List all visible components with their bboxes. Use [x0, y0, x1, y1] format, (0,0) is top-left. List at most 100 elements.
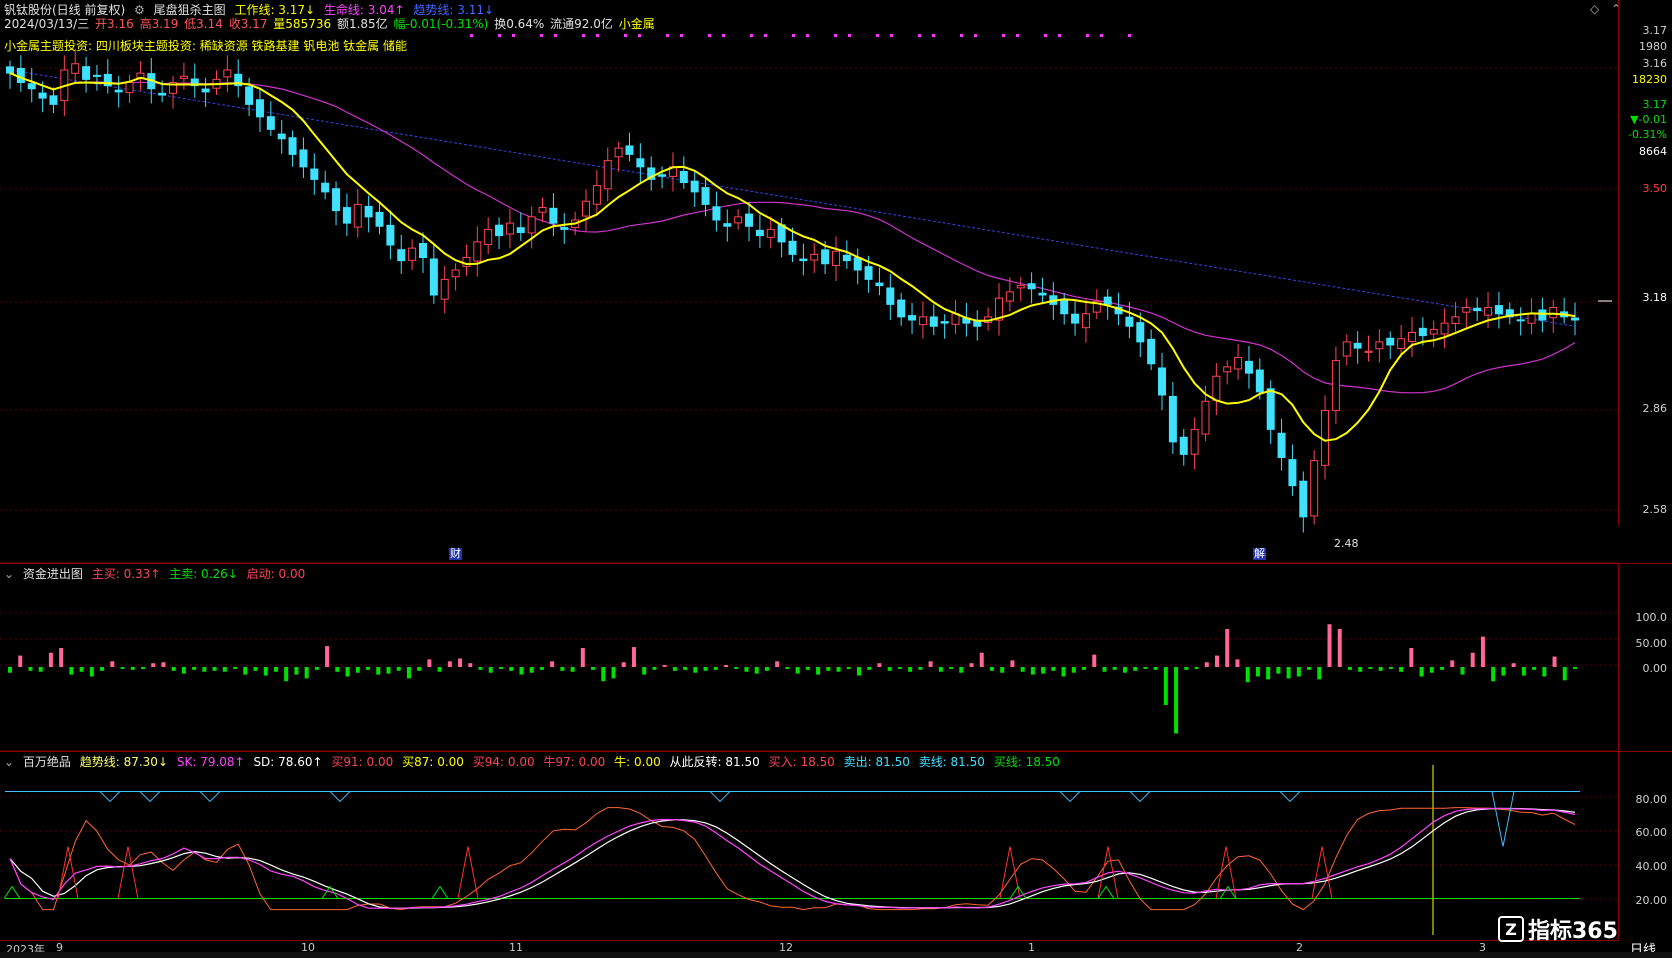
- signal-dot: [932, 34, 935, 37]
- signal-dot: [666, 34, 669, 37]
- ask-volume: 1980: [1639, 40, 1667, 53]
- candle-body: [397, 249, 406, 262]
- bid-price: 3.16: [1642, 57, 1668, 70]
- candle-body: [310, 168, 319, 180]
- candle-body: [625, 145, 634, 155]
- candle-body: [1081, 313, 1090, 329]
- signal-dot: [554, 34, 557, 37]
- unlock-marker[interactable]: 解: [1253, 548, 1266, 560]
- main-buy-value: 主买: 0.33↑: [91, 567, 161, 581]
- main-sell-value: 主卖: 0.26↓: [169, 567, 238, 581]
- candle-body: [690, 180, 699, 193]
- candle-body: [734, 216, 743, 224]
- signal-dot: [890, 34, 893, 37]
- signal-dot: [624, 34, 627, 37]
- candle-body: [1527, 313, 1536, 324]
- candle-body: [1244, 360, 1253, 374]
- candle-body: [1418, 327, 1427, 337]
- candle-body: [1538, 309, 1547, 321]
- candle-body: [484, 228, 493, 246]
- candle-body: [1342, 341, 1351, 357]
- signal-dot: [974, 34, 977, 37]
- fund-flow-panel[interactable]: ⌄ 资金进出图 主买: 0.33↑ 主卖: 0.26↓ 启动: 0.00: [0, 563, 1618, 752]
- candle-body: [71, 63, 80, 74]
- reversal-value: 从此反转: 81.50: [669, 755, 760, 769]
- candle-body: [1407, 332, 1416, 342]
- candle-body: [299, 149, 308, 168]
- diamond-icon[interactable]: ◇: [1590, 2, 1599, 16]
- candle-body: [375, 211, 384, 227]
- candle-body: [897, 299, 906, 318]
- osc-tick-60: 60.00: [1635, 826, 1668, 839]
- candle-body: [766, 228, 775, 238]
- candle-body: [1310, 460, 1319, 517]
- candle-body: [364, 205, 373, 218]
- sell-out-value: 卖出: 81.50: [843, 755, 910, 769]
- candle-body: [342, 207, 351, 224]
- fund-flow-axis: 100.0 50.00 0.00: [1618, 563, 1672, 752]
- flow-tick-100: 100.0: [1635, 611, 1668, 624]
- collapse-icon[interactable]: ⌄: [4, 567, 14, 581]
- candle-body: [1201, 400, 1210, 435]
- candle-body: [582, 200, 591, 217]
- candle-body: [929, 316, 938, 327]
- candle-body: [549, 207, 558, 224]
- candle-body: [505, 222, 514, 235]
- fund-flow-title[interactable]: 资金进出图: [23, 567, 83, 581]
- candle-body: [38, 92, 47, 99]
- candle-body: [1462, 307, 1471, 313]
- buy-line-value: 买线: 18.50: [993, 755, 1060, 769]
- trend-value: 趋势线: 87.30↓: [79, 755, 169, 769]
- candle-body: [614, 147, 623, 158]
- signal-dot: [834, 34, 837, 37]
- signal-dot: [764, 34, 767, 37]
- candle-body: [429, 258, 438, 296]
- window-controls[interactable]: ◇ ⌃: [1590, 2, 1621, 16]
- candle-body: [1179, 436, 1188, 455]
- oscillator-title[interactable]: 百万绝品: [23, 755, 71, 769]
- candle-body: [875, 282, 884, 287]
- earnings-marker[interactable]: 财: [449, 548, 462, 560]
- signal-dot: [680, 34, 683, 37]
- candle-body: [886, 287, 895, 305]
- collapse-icon[interactable]: ⌄: [4, 755, 14, 769]
- candle-body: [658, 174, 667, 177]
- candle-body: [1571, 317, 1579, 321]
- candle-body: [495, 224, 504, 237]
- sd-value: SD: 78.60↑: [253, 755, 323, 769]
- signal-dot: [806, 34, 809, 37]
- candle-body: [755, 229, 764, 237]
- candle-body: [799, 258, 808, 262]
- candle-body: [440, 278, 449, 300]
- candle-body: [1158, 367, 1167, 396]
- oscillator-panel[interactable]: ⌄ 百万绝品 趋势线: 87.30↓ SK: 79.08↑ SD: 78.60↑…: [0, 751, 1618, 941]
- candle-body: [266, 116, 275, 130]
- candle-body: [418, 243, 427, 259]
- candle-body: [223, 69, 232, 78]
- candle-body: [1005, 291, 1014, 302]
- oscillator-header: ⌄ 百万绝品 趋势线: 87.30↓ SK: 79.08↑ SD: 78.60↑…: [4, 755, 1065, 769]
- candle-body: [745, 213, 754, 227]
- candle-body: [332, 188, 341, 212]
- signal-dot: [596, 34, 599, 37]
- candle-body: [179, 75, 188, 79]
- candle-body: [1288, 459, 1297, 487]
- candle-body: [245, 86, 254, 105]
- candle-body: [516, 227, 525, 234]
- candle-body: [1016, 285, 1025, 289]
- price-tick-2: 3.18: [1642, 291, 1668, 304]
- price-tick-1: 3.50: [1642, 182, 1668, 195]
- candle-body: [592, 185, 601, 205]
- candle-body: [1353, 342, 1362, 349]
- signal-dot: [1058, 34, 1061, 37]
- sk-value: SK: 79.08↑: [176, 755, 245, 769]
- candle-body: [560, 227, 569, 230]
- candle-body: [49, 95, 58, 105]
- buy87-value: 买87: 0.00: [402, 755, 464, 769]
- bid-volume: 18230: [1632, 73, 1667, 86]
- candle-body: [114, 89, 123, 93]
- candle-body: [1103, 296, 1112, 305]
- candle-body: [788, 240, 797, 255]
- candle-body: [1494, 305, 1503, 315]
- candle-body: [1168, 395, 1177, 443]
